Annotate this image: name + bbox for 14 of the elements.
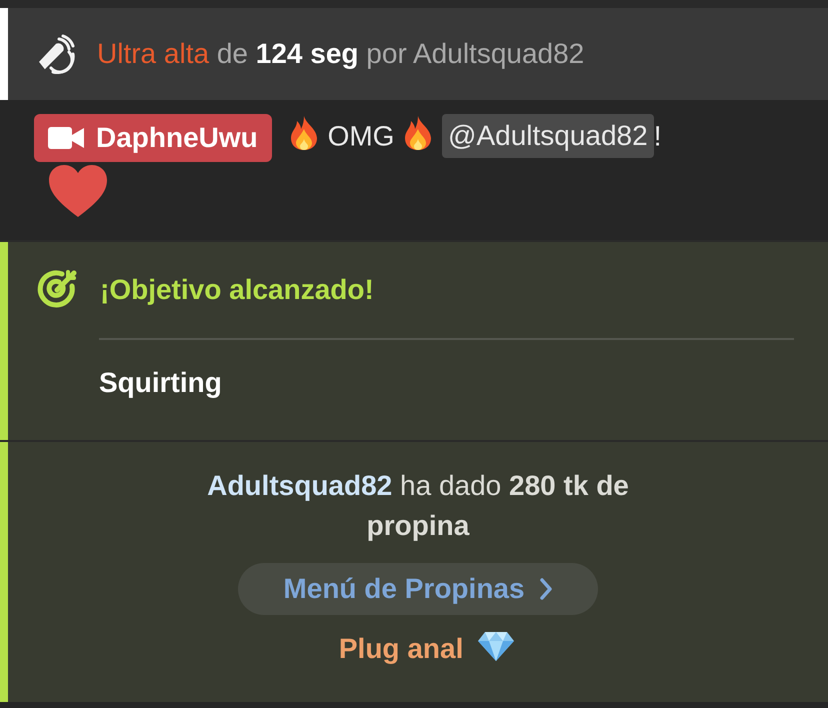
tip-menu-button[interactable]: Menú de Propinas xyxy=(238,562,598,615)
tip-message: Adultsquad82 ha dado 280 tk de propina xyxy=(206,469,630,543)
diamond-icon xyxy=(477,630,516,662)
tip-item: Plug anal xyxy=(338,633,464,664)
goal-title: ¡Objetivo alcanzado! xyxy=(100,273,374,307)
mention[interactable]: @Adultsquad82 xyxy=(442,114,654,158)
message-text: ! xyxy=(654,120,662,152)
message-text: OMG xyxy=(328,120,394,152)
username-badge[interactable]: DaphneUwu xyxy=(34,114,272,162)
goal-name: Squirting xyxy=(99,366,222,400)
heart-icon xyxy=(48,164,108,218)
video-camera-icon xyxy=(48,127,84,149)
toy-event-text: Ultra alta de 124 seg por Adultsquad82 xyxy=(97,37,584,71)
chevron-right-icon xyxy=(538,576,553,601)
